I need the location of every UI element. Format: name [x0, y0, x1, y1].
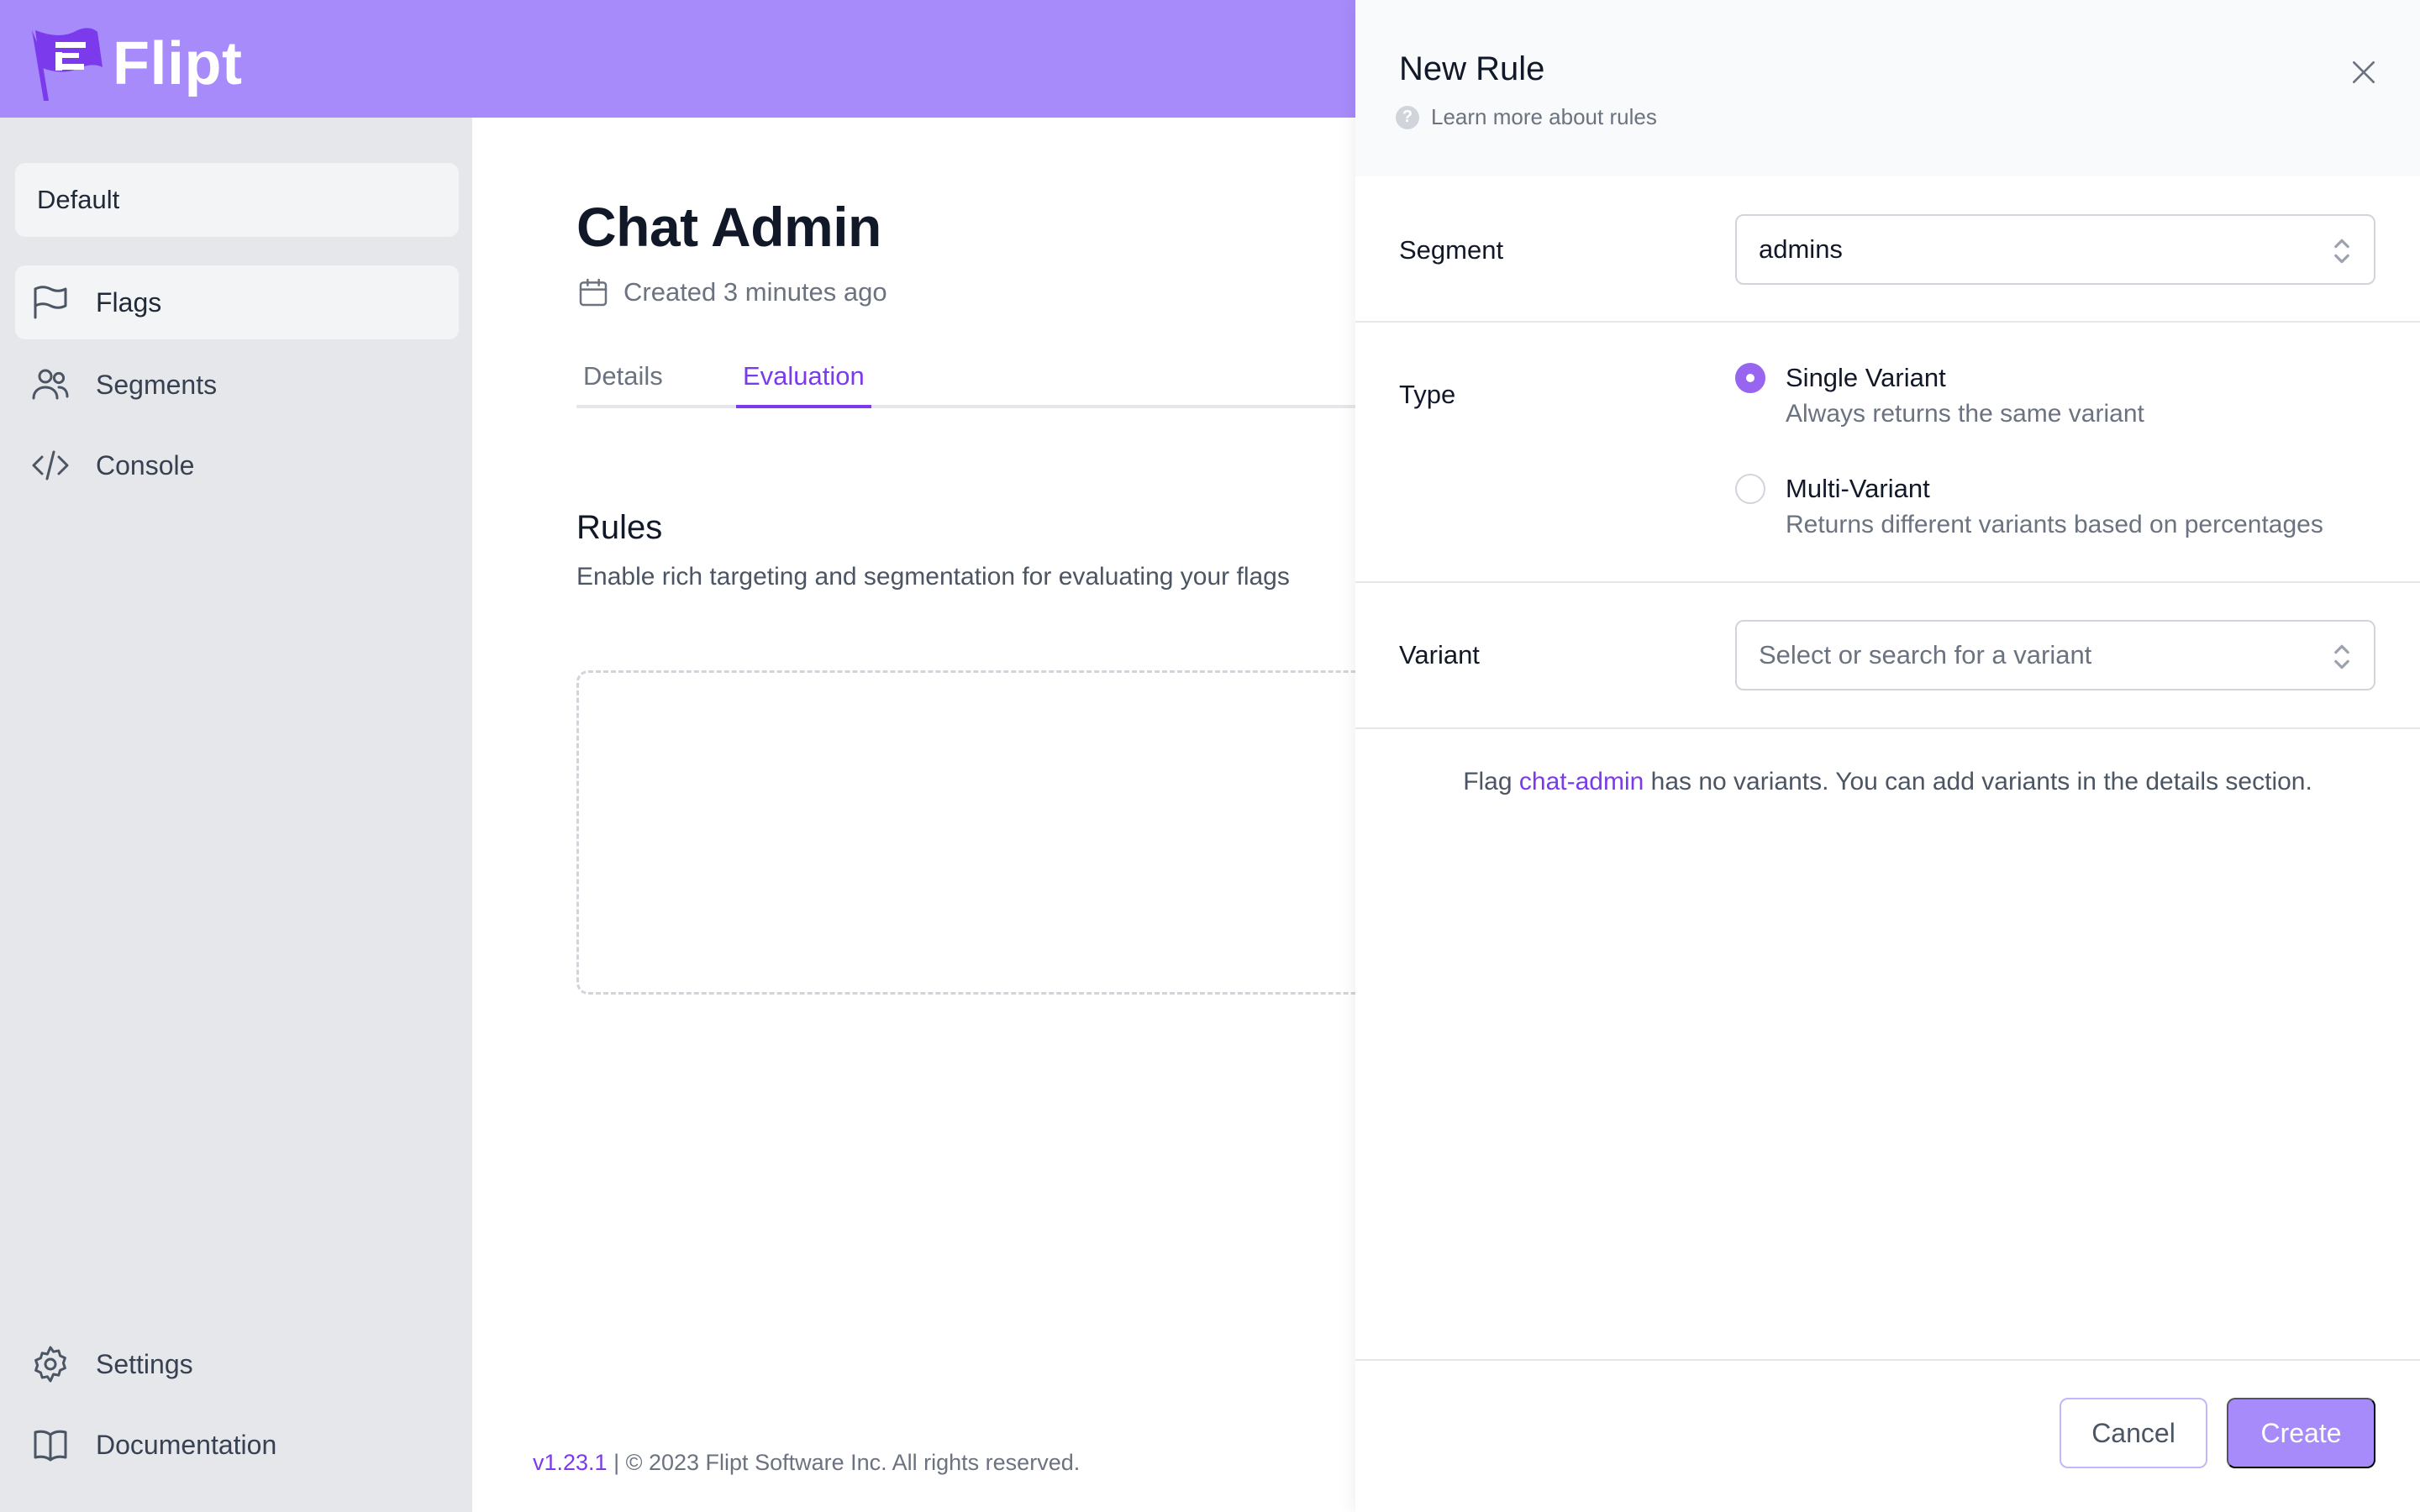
segment-value: admins	[1759, 234, 1843, 264]
learn-more-link[interactable]: ? Learn more about rules	[1396, 104, 1657, 130]
divider	[1355, 1359, 2420, 1361]
learn-more-text: Learn more about rules	[1431, 104, 1657, 129]
sidebar-item-label: Settings	[96, 1348, 193, 1379]
version-link[interactable]: v1.23.1	[533, 1450, 608, 1475]
divider	[1355, 581, 2420, 583]
note-prefix: Flag	[1463, 768, 1519, 795]
rules-empty-state[interactable]	[576, 670, 1417, 995]
question-icon: ?	[1396, 105, 1419, 129]
sidebar-item-label: Flags	[96, 286, 162, 318]
new-rule-panel: New Rule ? Learn more about rules Segmen…	[1355, 0, 2420, 1512]
cancel-button[interactable]: Cancel	[2060, 1398, 2207, 1468]
segment-label: Segment	[1399, 235, 1504, 265]
variant-label: Variant	[1399, 640, 1480, 669]
panel-title: New Rule	[1399, 50, 1545, 87]
note-suffix: has no variants. You can add variants in…	[1644, 768, 2312, 795]
tabs-divider	[576, 405, 1355, 408]
sidebar-item-flags[interactable]: Flags	[15, 265, 459, 339]
close-icon	[2353, 61, 2375, 83]
rules-description: Enable rich targeting and segmentation f…	[576, 563, 1290, 591]
multi-variant-label[interactable]: Multi-Variant	[1786, 474, 1930, 504]
single-variant-label[interactable]: Single Variant	[1786, 363, 1946, 393]
sidebar-item-label: Segments	[96, 369, 218, 400]
type-label: Type	[1399, 380, 1456, 409]
rules-heading: Rules	[576, 509, 663, 546]
sidebar-item-label: Documentation	[96, 1429, 277, 1460]
multi-variant-radio[interactable]	[1735, 474, 1765, 504]
book-icon	[29, 1423, 72, 1467]
panel-header: New Rule ? Learn more about rules	[1355, 0, 2420, 176]
tab-evaluation[interactable]: Evaluation	[736, 361, 871, 408]
app-name: Flipt	[113, 30, 243, 97]
calendar-icon	[579, 278, 608, 307]
segment-select[interactable]: admins	[1735, 214, 2375, 285]
main-content: Chat Admin Created 3 minutes ago Details…	[472, 118, 1417, 1512]
variant-placeholder: Select or search for a variant	[1759, 640, 2092, 669]
sidebar: Default Flags Segments Console Settings …	[0, 118, 472, 1512]
flag-tabs: Details Evaluation	[576, 361, 1355, 408]
code-icon	[29, 444, 72, 487]
chevron-up-down-icon	[2334, 644, 2349, 669]
sidebar-item-documentation[interactable]: Documentation	[15, 1408, 459, 1482]
sidebar-item-console[interactable]: Console	[15, 428, 459, 502]
tab-details[interactable]: Details	[576, 361, 670, 408]
single-variant-radio[interactable]	[1735, 363, 1765, 393]
copyright-text: | © 2023 Flipt Software Inc. All rights …	[607, 1450, 1081, 1475]
users-icon	[29, 363, 72, 407]
namespace-selector[interactable]: Default	[15, 163, 459, 237]
flipt-logo[interactable]: Flipt	[27, 25, 242, 102]
chevron-up-down-icon	[2334, 239, 2349, 264]
gear-icon	[29, 1342, 72, 1386]
variant-select[interactable]: Select or search for a variant	[1735, 620, 2375, 690]
divider	[1355, 727, 2420, 729]
top-bar: Flipt	[0, 0, 1355, 118]
page-title: Chat Admin	[576, 196, 881, 258]
flag-logo-icon	[32, 28, 103, 101]
created-info: Created 3 minutes ago	[576, 276, 887, 309]
no-variants-note: Flag chat-admin has no variants. You can…	[1355, 768, 2420, 796]
close-button[interactable]	[2338, 47, 2389, 97]
divider	[1355, 321, 2420, 323]
sidebar-item-label: Console	[96, 449, 195, 480]
create-button[interactable]: Create	[2227, 1398, 2375, 1468]
sidebar-item-settings[interactable]: Settings	[15, 1327, 459, 1401]
single-variant-description: Always returns the same variant	[1786, 400, 2144, 428]
flag-key-link[interactable]: chat-admin	[1519, 768, 1644, 795]
sidebar-item-segments[interactable]: Segments	[15, 348, 459, 422]
multi-variant-description: Returns different variants based on perc…	[1786, 511, 2323, 538]
flag-icon	[29, 281, 72, 324]
created-text: Created 3 minutes ago	[623, 277, 887, 307]
footer: v1.23.1 | © 2023 Flipt Software Inc. All…	[533, 1450, 1080, 1476]
